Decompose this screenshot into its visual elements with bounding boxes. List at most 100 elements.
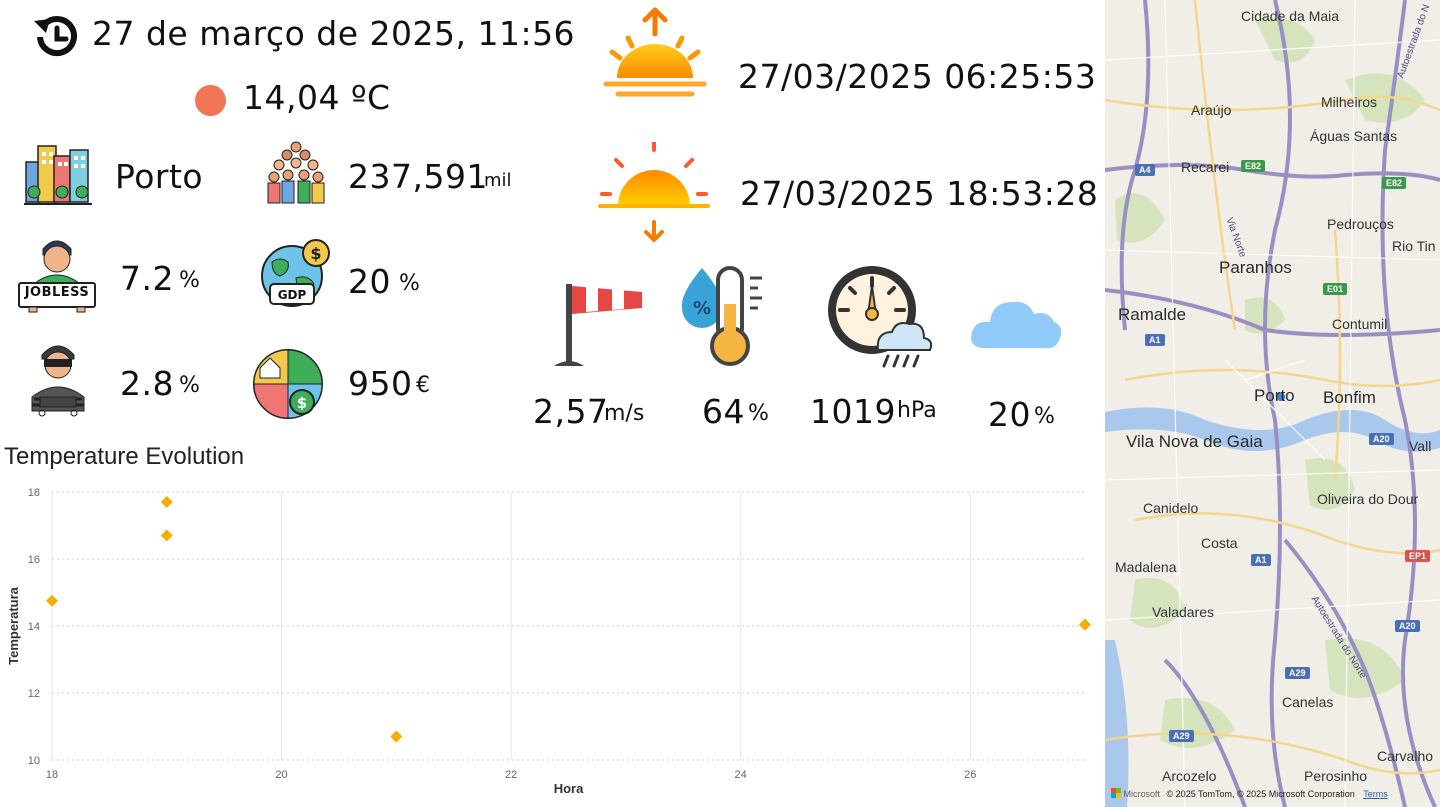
wind-speed-unit: m/s: [604, 401, 645, 426]
crowd-icon: [266, 139, 326, 207]
sunset-time: 27/03/2025 18:53:28: [740, 174, 1099, 213]
y-tick-label: 14: [28, 621, 40, 633]
cost-of-living-icon: $: [250, 346, 326, 422]
road-shield-a1-2: A1: [1251, 554, 1271, 566]
unemployment-unit: %: [179, 268, 200, 293]
map-label-oliveira-do-douro: Oliveira do Dour: [1317, 491, 1419, 507]
road-shield-a20: A20: [1369, 433, 1394, 445]
data-point: [390, 730, 403, 743]
pressure-value: 1019: [810, 392, 896, 431]
map-label-recarei: Recarei: [1181, 159, 1230, 175]
map-label-vila-nova-de-gaia: Vila Nova de Gaia: [1126, 432, 1263, 451]
clouds-unit: %: [1034, 404, 1055, 429]
city-name: Porto: [115, 157, 204, 196]
map-label-aguas-santas: Águas Santas: [1310, 128, 1398, 144]
map-label-carvalho: Carvalho: [1377, 748, 1434, 764]
road-shield-e82: E82: [1241, 160, 1266, 172]
current-temperature: 14,04 ºC: [243, 78, 391, 117]
humidity-thermometer-icon: %: [676, 264, 772, 368]
map-panel[interactable]: Cidade da Maia Araújo Milheiros Águas Sa…: [1105, 0, 1440, 807]
map-label-milheiros: Milheiros: [1321, 94, 1378, 110]
humidity-unit: %: [748, 401, 769, 426]
population-unit: mil: [484, 170, 512, 191]
x-tick-label: 20: [275, 769, 287, 781]
cloud-icon: [968, 290, 1064, 356]
road-shield-a1: A1: [1145, 334, 1165, 346]
map-attribution: Microsoft © 2025 TomTom, © 2025 Microsof…: [1105, 788, 1440, 799]
jobless-person-icon: [17, 233, 97, 313]
windsock-icon: [550, 278, 646, 370]
map-label-perosinho: Perosinho: [1304, 768, 1368, 784]
map-label-cidade-da-maia: Cidade da Maia: [1241, 8, 1340, 24]
map-label-bonfim: Bonfim: [1323, 388, 1376, 407]
gdp-unit: %: [399, 271, 420, 296]
road-shield-e82-2: E82: [1382, 177, 1407, 189]
crime-unit: %: [179, 373, 200, 398]
road-shield-e01: E01: [1323, 283, 1348, 295]
history-clock-icon: [30, 11, 82, 63]
map-label-canidelo: Canidelo: [1143, 500, 1199, 516]
road-shield-ep1: EP1: [1405, 550, 1431, 562]
humidity-value: 64: [702, 392, 745, 431]
microsoft-logo-text: Microsoft: [1123, 789, 1161, 799]
data-point: [1079, 618, 1091, 631]
map-label-madalena: Madalena: [1115, 559, 1177, 575]
road-shield-a20-2: A20: [1395, 620, 1420, 632]
y-axis-label: Temperatura: [6, 586, 21, 665]
jobless-badge-text: JOBLESS: [24, 285, 90, 300]
map-label-vall: Vall: [1409, 438, 1432, 454]
unemployment-value: 7.2: [120, 259, 174, 298]
thief-icon: [28, 339, 88, 417]
x-tick-label: 22: [505, 769, 517, 781]
y-tick-label: 10: [28, 755, 40, 767]
map-label-contumil: Contumil: [1332, 316, 1388, 332]
road-shield-a29-2: A29: [1169, 730, 1194, 742]
map-label-canelas: Canelas: [1282, 694, 1334, 710]
svg-text:%: %: [693, 298, 711, 319]
map-label-ramalde: Ramalde: [1118, 305, 1187, 324]
sunset-icon: [598, 142, 710, 246]
wind-speed-value: 2,57: [533, 392, 609, 431]
x-axis-label: Hora: [554, 781, 584, 796]
chart-title: Temperature Evolution: [4, 443, 245, 470]
microsoft-logo-icon: [1111, 788, 1121, 798]
map-label-rio-tinto: Rio Tin: [1392, 238, 1436, 254]
cost-of-living-value: 950: [348, 364, 413, 403]
x-tick-label: 18: [46, 769, 58, 781]
map-terms-link[interactable]: Terms: [1363, 789, 1388, 799]
gdp-value: 20: [348, 262, 391, 301]
y-tick-label: 12: [28, 688, 40, 700]
y-tick-label: 18: [28, 487, 40, 499]
clouds-value: 20: [988, 395, 1031, 434]
road-shield-a4: A4: [1135, 164, 1155, 176]
sunrise-time: 27/03/2025 06:25:53: [738, 57, 1097, 96]
map-label-paranhos: Paranhos: [1219, 258, 1292, 277]
data-point: [160, 496, 173, 509]
svg-text:$: $: [297, 394, 307, 412]
map-label-valadares: Valadares: [1152, 604, 1215, 620]
barometer-icon: [826, 264, 936, 374]
pressure-unit: hPa: [897, 398, 937, 423]
svg-text:$: $: [310, 244, 321, 263]
map-copyright: © 2025 TomTom, © 2025 Microsoft Corporat…: [1166, 789, 1355, 799]
sunrise-icon: [600, 6, 710, 104]
x-tick-label: 24: [735, 769, 747, 781]
city-buildings-icon: [24, 142, 92, 208]
cost-of-living-unit: €: [416, 373, 430, 398]
map-label-pedroucos: Pedrouços: [1327, 216, 1394, 232]
temperature-scatter-chart: 10 12 14 16 18 18 20 22 24 26 Hora Temperatura: [6, 487, 1091, 796]
map-label-arcozelo: Arcozelo: [1162, 768, 1217, 784]
population-value: 237,591: [348, 157, 488, 196]
y-tick-label: 16: [28, 554, 40, 566]
temperature-indicator-dot: [195, 85, 226, 116]
road-shield-a29: A29: [1285, 667, 1310, 679]
map-label-araujo: Araújo: [1191, 102, 1232, 118]
map-label-costa: Costa: [1201, 535, 1238, 551]
current-datetime: 27 de março de 2025, 11:56: [92, 14, 576, 53]
gdp-badge-text: GDP: [277, 288, 307, 302]
map-label-porto: Porto: [1254, 386, 1295, 405]
data-point: [160, 529, 173, 542]
crime-value: 2.8: [120, 364, 174, 403]
data-point: [46, 594, 58, 607]
x-tick-label: 26: [964, 769, 976, 781]
